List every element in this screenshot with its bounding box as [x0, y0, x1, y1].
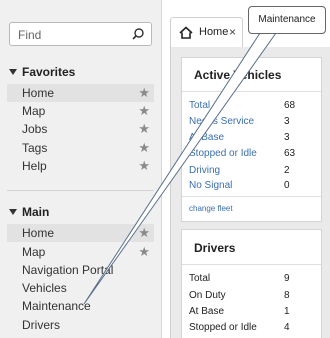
- callout-tooltip: Maintenance: [248, 6, 326, 34]
- callout-pointer: [83, 32, 277, 305]
